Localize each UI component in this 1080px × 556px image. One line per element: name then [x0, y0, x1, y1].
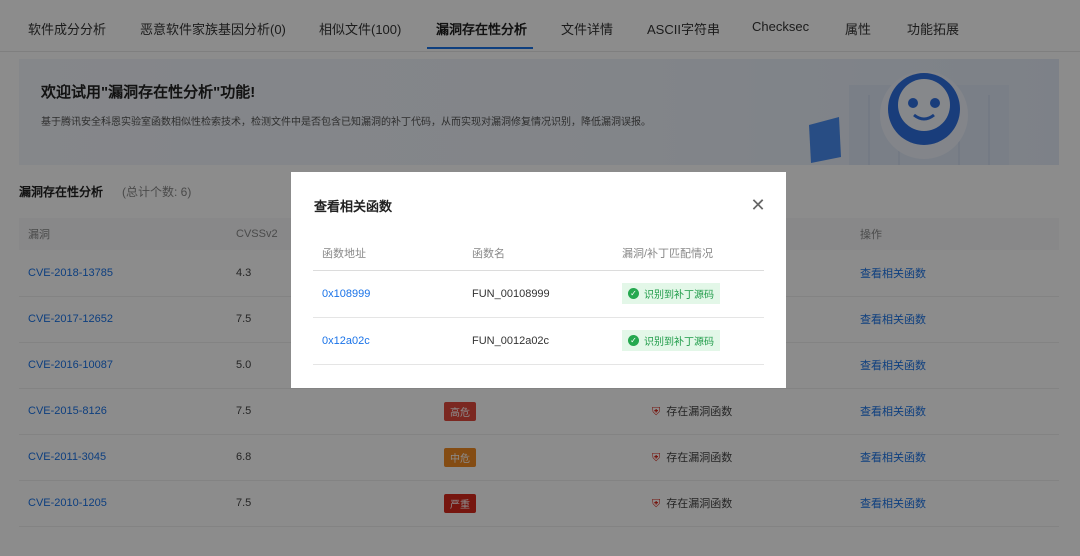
check-circle-icon: ✓: [628, 335, 639, 346]
header-function-name: 函数名: [463, 236, 613, 271]
check-circle-icon: ✓: [628, 288, 639, 299]
header-function-address: 函数地址: [313, 236, 463, 271]
patch-match-text: 识别到补丁源码: [644, 337, 714, 348]
header-match-status: 漏洞/补丁匹配情况: [613, 236, 764, 271]
patch-match-text: 识别到补丁源码: [644, 290, 714, 301]
close-icon[interactable]: ✕: [749, 196, 767, 214]
function-row: 0x108999 FUN_00108999 ✓ 识别到补丁源码: [313, 270, 764, 318]
functions-header-row: 函数地址 函数名 漏洞/补丁匹配情况: [313, 236, 764, 271]
related-functions-modal: 查看相关函数 ✕ 函数地址 函数名 漏洞/补丁匹配情况 0x108999 FUN…: [291, 172, 786, 388]
function-address-link[interactable]: 0x108999: [322, 288, 370, 300]
functions-table: 函数地址 函数名 漏洞/补丁匹配情况 0x108999 FUN_00108999…: [313, 236, 764, 365]
patch-match-badge: ✓ 识别到补丁源码: [622, 283, 720, 304]
function-address-link[interactable]: 0x12a02c: [322, 335, 370, 347]
function-row: 0x12a02c FUN_0012a02c ✓ 识别到补丁源码: [313, 317, 764, 365]
patch-match-badge: ✓ 识别到补丁源码: [622, 330, 720, 351]
function-name: FUN_0012a02c: [463, 317, 613, 365]
function-name: FUN_00108999: [463, 270, 613, 318]
modal-title: 查看相关函数: [314, 199, 393, 214]
